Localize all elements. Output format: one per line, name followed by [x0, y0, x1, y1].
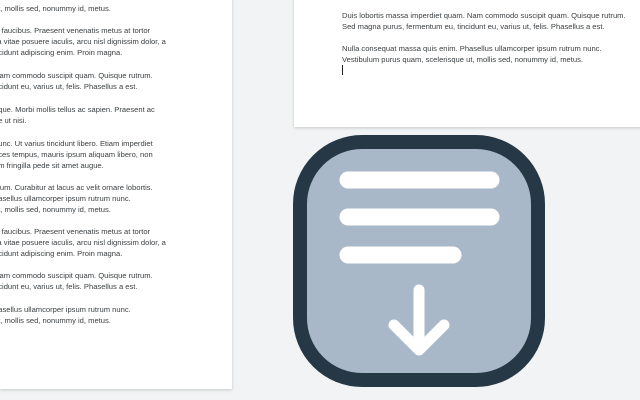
text-line: Vestibulum purus quam, scelerisque ut, m…	[342, 55, 583, 65]
left-paragraph-6: ulum. Curabitur at lacus ac velit ornare…	[0, 182, 232, 216]
text-line: ncidunt adipiscing enim. Proin magna.	[0, 48, 123, 58]
text-line: Sed magna purus, fermentum eu, tincidunt…	[342, 22, 605, 32]
text-line: rices tempus, mauris ipsum aliquam liber…	[0, 150, 153, 160]
text-line: eque. Morbi mollis tellus ac sapien. Pra…	[0, 105, 155, 114]
text-line: ncidunt adipiscing enim. Proin magna.	[0, 249, 123, 259]
document-download-icon	[293, 135, 545, 387]
text-line: is faucibus. Praesent venenatis metus at…	[0, 26, 151, 35]
text-line: Duis lobortis massa imperdiet quam. Nam …	[342, 11, 626, 20]
left-paragraph-1: ut, mollis sed, nonummy id, metus.	[0, 3, 232, 14]
left-paragraph-2: is faucibus. Praesent venenatis metus at…	[0, 25, 232, 59]
text-line: lla vitae posuere iaculis, arcu nisl dig…	[0, 238, 166, 248]
text-line: ut, mollis sed, nonummy id, metus.	[0, 316, 111, 326]
text-line: hasellus ullamcorper ipsum rutrum nunc.	[0, 305, 131, 314]
text-line: ncidunt eu, varius ut, felis. Phasellus …	[0, 82, 138, 92]
right-document-page[interactable]: Duis lobortis massa imperdiet quam. Nam …	[294, 0, 640, 127]
text-line: hasellus ullamcorper ipsum rutrum nunc.	[0, 194, 131, 204]
text-line: ut, mollis sed, nonummy id, metus.	[0, 205, 111, 215]
right-paragraph-1: Duis lobortis massa imperdiet quam. Nam …	[342, 10, 640, 32]
text-line: ulum. Curabitur at lacus ac velit ornare…	[0, 183, 153, 192]
text-line: ue ut nisi.	[0, 116, 27, 126]
left-paragraph-3: Nam commodo suscipit quam. Quisque rutru…	[0, 70, 232, 92]
text-line: ut, mollis sed, nonummy id, metus.	[0, 4, 111, 13]
text-line: lla vitae posuere iaculis, arcu nisl dig…	[0, 37, 166, 47]
text-line: Nam commodo suscipit quam. Quisque rutru…	[0, 271, 153, 280]
text-cursor	[342, 65, 343, 75]
text-line: is faucibus. Praesent venenatis metus at…	[0, 227, 151, 236]
text-line: ncidunt eu, varius ut, felis. Phasellus …	[0, 282, 138, 292]
left-document-page: ut, mollis sed, nonummy id, metus. is fa…	[0, 0, 232, 389]
left-paragraph-9: hasellus ullamcorper ipsum rutrum nunc. …	[0, 304, 232, 326]
right-paragraph-2: Nulla consequat massa quis enim. Phasell…	[342, 43, 640, 65]
text-line: nunc. Ut varius tincidunt libero. Etiam …	[0, 139, 153, 148]
left-paragraph-7: is faucibus. Praesent venenatis metus at…	[0, 226, 232, 260]
left-paragraph-4: eque. Morbi mollis tellus ac sapien. Pra…	[0, 104, 232, 126]
text-line: Nulla consequat massa quis enim. Phasell…	[342, 44, 602, 53]
text-line: Nam commodo suscipit quam. Quisque rutru…	[0, 71, 153, 80]
text-line: um fringilla pede sit amet augue.	[0, 161, 104, 171]
left-paragraph-8: Nam commodo suscipit quam. Quisque rutru…	[0, 270, 232, 292]
left-paragraph-5: nunc. Ut varius tincidunt libero. Etiam …	[0, 138, 232, 172]
